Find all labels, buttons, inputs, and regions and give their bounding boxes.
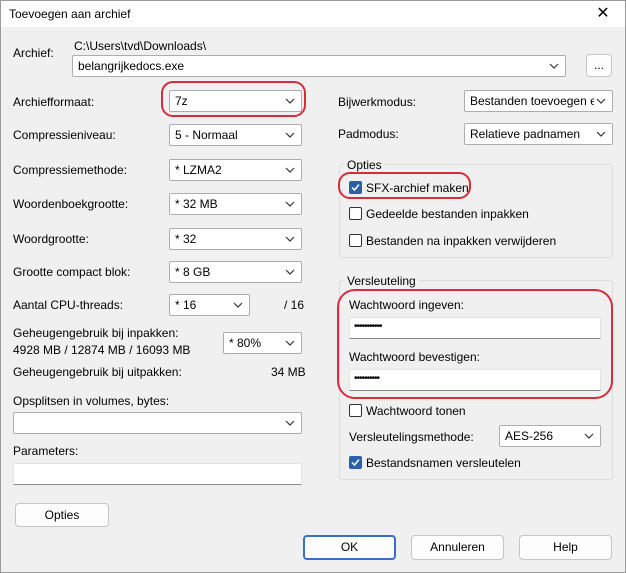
mem-unpack-value: 34 MB bbox=[271, 365, 306, 379]
params-label: Parameters: bbox=[13, 444, 79, 458]
archive-name-combo[interactable]: belangrijkedocs.exe bbox=[72, 55, 566, 77]
mem-percent-combo[interactable]: * 80% bbox=[223, 332, 302, 354]
format-label: Archiefformaat: bbox=[13, 95, 95, 109]
encryption-group-title: Versleuteling bbox=[344, 274, 419, 288]
mem-percent-value: * 80% bbox=[229, 336, 262, 350]
params-input[interactable] bbox=[13, 463, 302, 485]
archive-label: Archief: bbox=[13, 46, 54, 60]
level-combo[interactable]: 5 - Normaal bbox=[169, 124, 302, 146]
dict-combo[interactable]: * 32 MB bbox=[169, 193, 302, 215]
window-title: Toevoegen aan archief bbox=[9, 7, 131, 21]
archive-path: C:\Users\tvd\Downloads\ bbox=[74, 39, 207, 53]
pathmode-combo[interactable]: Relatieve padnamen bbox=[464, 123, 613, 145]
chevron-down-icon bbox=[285, 340, 295, 346]
word-combo[interactable]: * 32 bbox=[169, 228, 302, 250]
show-password-label: Wachtwoord tonen bbox=[366, 404, 466, 418]
mem-unpack-label: Geheugengebruik bij uitpakken: bbox=[13, 365, 182, 379]
chevron-down-icon bbox=[285, 132, 295, 138]
threads-value: * 16 bbox=[175, 298, 197, 312]
word-value: * 32 bbox=[175, 232, 197, 246]
enc-method-value: AES-256 bbox=[505, 429, 554, 443]
chevron-down-icon bbox=[285, 420, 295, 426]
level-label: Compressieniveau: bbox=[13, 128, 116, 142]
options-group-title: Opties bbox=[344, 158, 385, 172]
dict-value: * 32 MB bbox=[175, 197, 218, 211]
browse-button[interactable]: ... bbox=[586, 54, 612, 77]
mem-pack-label: Geheugengebruik bij inpakken: bbox=[13, 326, 179, 340]
close-icon[interactable]: ✕ bbox=[591, 3, 615, 25]
method-label: Compressiemethode: bbox=[13, 163, 128, 177]
delete-after-checkbox[interactable] bbox=[349, 234, 362, 247]
solid-combo[interactable]: * 8 GB bbox=[169, 261, 302, 283]
enc-method-label: Versleutelingsmethode: bbox=[349, 430, 474, 444]
threads-max: / 16 bbox=[284, 298, 305, 312]
update-combo[interactable]: Bestanden toevoegen en v bbox=[464, 90, 613, 112]
title-bar: Toevoegen aan archief ✕ bbox=[1, 1, 625, 27]
dialog-window: Toevoegen aan archief ✕ Archief: C:\User… bbox=[0, 0, 626, 573]
chevron-down-icon bbox=[584, 433, 594, 439]
checkmark-icon bbox=[351, 459, 360, 467]
chevron-down-icon bbox=[233, 302, 243, 308]
archive-name-value: belangrijkedocs.exe bbox=[78, 59, 185, 73]
pathmode-label: Padmodus: bbox=[338, 127, 399, 141]
split-combo[interactable] bbox=[13, 412, 302, 434]
highlight-passwords bbox=[337, 289, 613, 399]
dict-label: Woordenboekgrootte: bbox=[13, 197, 129, 211]
encrypt-names-checkbox[interactable] bbox=[349, 456, 362, 469]
mem-pack-value: 4928 MB / 12874 MB / 16093 MB bbox=[13, 343, 191, 357]
chevron-down-icon bbox=[596, 131, 606, 137]
enc-method-combo[interactable]: AES-256 bbox=[499, 425, 601, 447]
threads-combo[interactable]: * 16 bbox=[169, 294, 250, 316]
options-button[interactable]: Opties bbox=[15, 503, 109, 527]
chevron-down-icon bbox=[549, 63, 559, 69]
show-password-checkbox[interactable] bbox=[349, 404, 362, 417]
method-combo[interactable]: * LZMA2 bbox=[169, 159, 302, 181]
highlight-sfx bbox=[338, 172, 471, 199]
chevron-down-icon bbox=[285, 201, 295, 207]
chevron-down-icon bbox=[285, 236, 295, 242]
chevron-down-icon bbox=[285, 269, 295, 275]
word-label: Woordgrootte: bbox=[13, 232, 89, 246]
chevron-down-icon bbox=[596, 98, 606, 104]
pathmode-value: Relatieve padnamen bbox=[470, 127, 581, 141]
solid-value: * 8 GB bbox=[175, 265, 211, 279]
method-value: * LZMA2 bbox=[175, 163, 222, 177]
shared-files-label: Gedeelde bestanden inpakken bbox=[366, 207, 529, 221]
ok-button[interactable]: OK bbox=[303, 535, 396, 560]
highlight-format bbox=[161, 81, 306, 117]
level-value: 5 - Normaal bbox=[175, 128, 238, 142]
update-value: Bestanden toevoegen en v bbox=[470, 94, 594, 108]
solid-label: Grootte compact blok: bbox=[13, 265, 131, 279]
split-label: Opsplitsen in volumes, bytes: bbox=[13, 394, 170, 408]
encrypt-names-label: Bestandsnamen versleutelen bbox=[366, 456, 521, 470]
shared-files-checkbox[interactable] bbox=[349, 207, 362, 220]
delete-after-label: Bestanden na inpakken verwijderen bbox=[366, 234, 557, 248]
update-label: Bijwerkmodus: bbox=[338, 95, 417, 109]
threads-label: Aantal CPU-threads: bbox=[13, 298, 124, 312]
help-button[interactable]: Help bbox=[519, 535, 612, 560]
chevron-down-icon bbox=[285, 167, 295, 173]
cancel-button[interactable]: Annuleren bbox=[411, 535, 504, 560]
